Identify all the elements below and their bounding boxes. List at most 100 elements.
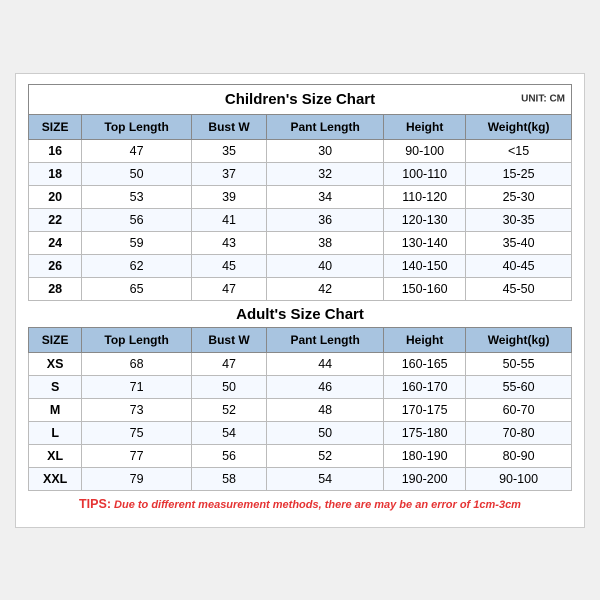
children-cell: 100-110 xyxy=(384,162,466,185)
adult-col-header-size: SIZE xyxy=(29,327,82,352)
adult-col-header-bust-w: Bust W xyxy=(191,327,266,352)
children-cell: 30 xyxy=(267,139,384,162)
adult-table-row: S715046160-17055-60 xyxy=(29,375,572,398)
children-cell: 24 xyxy=(29,231,82,254)
children-cell: 65 xyxy=(82,277,192,300)
children-cell: 26 xyxy=(29,254,82,277)
tips-text: Due to different measurement methods, th… xyxy=(111,499,521,511)
children-cell: 45 xyxy=(191,254,266,277)
adult-cell: 180-190 xyxy=(384,444,466,467)
children-cell: 39 xyxy=(191,185,266,208)
children-cell: 18 xyxy=(29,162,82,185)
children-title: Children's Size Chart xyxy=(225,91,375,108)
children-cell: 34 xyxy=(267,185,384,208)
adult-cell: L xyxy=(29,421,82,444)
children-cell: 32 xyxy=(267,162,384,185)
adult-table-row: L755450175-18070-80 xyxy=(29,421,572,444)
col-header-height: Height xyxy=(384,114,466,139)
children-cell: 45-50 xyxy=(466,277,572,300)
children-cell: 59 xyxy=(82,231,192,254)
children-cell: 20 xyxy=(29,185,82,208)
children-cell: 90-100 xyxy=(384,139,466,162)
adult-cell: XS xyxy=(29,352,82,375)
adult-cell: 46 xyxy=(267,375,384,398)
adult-table-row: XL775652180-19080-90 xyxy=(29,444,572,467)
adult-cell: 75 xyxy=(82,421,192,444)
adult-cell: 50 xyxy=(267,421,384,444)
children-cell: 40 xyxy=(267,254,384,277)
col-header-bust-w: Bust W xyxy=(191,114,266,139)
adult-cell: 58 xyxy=(191,467,266,490)
adult-cell: M xyxy=(29,398,82,421)
adult-cell: 79 xyxy=(82,467,192,490)
children-table-row: 22564136120-13030-35 xyxy=(29,208,572,231)
children-table-row: 24594338130-14035-40 xyxy=(29,231,572,254)
adult-cell: 60-70 xyxy=(466,398,572,421)
children-cell: 15-25 xyxy=(466,162,572,185)
adult-cell: 50-55 xyxy=(466,352,572,375)
adult-cell: 70-80 xyxy=(466,421,572,444)
adult-cell: 54 xyxy=(267,467,384,490)
adult-cell: 175-180 xyxy=(384,421,466,444)
children-cell: 140-150 xyxy=(384,254,466,277)
children-cell: 120-130 xyxy=(384,208,466,231)
adult-cell: 160-170 xyxy=(384,375,466,398)
adult-header-row: SIZE Top Length Bust W Pant Length Heigh… xyxy=(29,327,572,352)
adult-cell: 90-100 xyxy=(466,467,572,490)
children-table-row: 20533934110-12025-30 xyxy=(29,185,572,208)
children-cell: 35 xyxy=(191,139,266,162)
children-header-row: SIZE Top Length Bust W Pant Length Heigh… xyxy=(29,114,572,139)
adult-cell: 73 xyxy=(82,398,192,421)
children-cell: 30-35 xyxy=(466,208,572,231)
adult-col-header-pant-length: Pant Length xyxy=(267,327,384,352)
children-cell: 22 xyxy=(29,208,82,231)
adult-cell: 54 xyxy=(191,421,266,444)
children-cell: 36 xyxy=(267,208,384,231)
adult-cell: 55-60 xyxy=(466,375,572,398)
adult-cell: 56 xyxy=(191,444,266,467)
children-cell: 43 xyxy=(191,231,266,254)
adult-col-header-height: Height xyxy=(384,327,466,352)
children-table-row: 26624540140-15040-45 xyxy=(29,254,572,277)
children-cell: 110-120 xyxy=(384,185,466,208)
children-cell: <15 xyxy=(466,139,572,162)
children-cell: 50 xyxy=(82,162,192,185)
children-cell: 150-160 xyxy=(384,277,466,300)
children-cell: 16 xyxy=(29,139,82,162)
adult-cell: S xyxy=(29,375,82,398)
children-cell: 35-40 xyxy=(466,231,572,254)
adult-cell: 190-200 xyxy=(384,467,466,490)
children-cell: 37 xyxy=(191,162,266,185)
adult-cell: 47 xyxy=(191,352,266,375)
children-cell: 41 xyxy=(191,208,266,231)
col-header-size: SIZE xyxy=(29,114,82,139)
children-table-row: 28654742150-16045-50 xyxy=(29,277,572,300)
adult-cell: XL xyxy=(29,444,82,467)
children-cell: 62 xyxy=(82,254,192,277)
adult-cell: 170-175 xyxy=(384,398,466,421)
col-header-top-length: Top Length xyxy=(82,114,192,139)
children-cell: 28 xyxy=(29,277,82,300)
children-cell: 38 xyxy=(267,231,384,254)
col-header-pant-length: Pant Length xyxy=(267,114,384,139)
adult-cell: 160-165 xyxy=(384,352,466,375)
children-cell: 42 xyxy=(267,277,384,300)
children-cell: 25-30 xyxy=(466,185,572,208)
adult-cell: 71 xyxy=(82,375,192,398)
adult-cell: 44 xyxy=(267,352,384,375)
adult-col-header-top-length: Top Length xyxy=(82,327,192,352)
adult-cell: 77 xyxy=(82,444,192,467)
children-cell: 40-45 xyxy=(466,254,572,277)
adult-title: Adult's Size Chart xyxy=(236,306,364,323)
tips-label: TIPS: xyxy=(79,497,111,511)
adult-col-header-weight: Weight(kg) xyxy=(466,327,572,352)
adult-cell: 52 xyxy=(191,398,266,421)
col-header-weight: Weight(kg) xyxy=(466,114,572,139)
unit-label: UNIT: CM xyxy=(521,94,565,105)
adult-cell: 48 xyxy=(267,398,384,421)
adult-cell: XXL xyxy=(29,467,82,490)
adult-cell: 52 xyxy=(267,444,384,467)
children-cell: 130-140 xyxy=(384,231,466,254)
adult-cell: 50 xyxy=(191,375,266,398)
children-table-row: 1647353090-100<15 xyxy=(29,139,572,162)
